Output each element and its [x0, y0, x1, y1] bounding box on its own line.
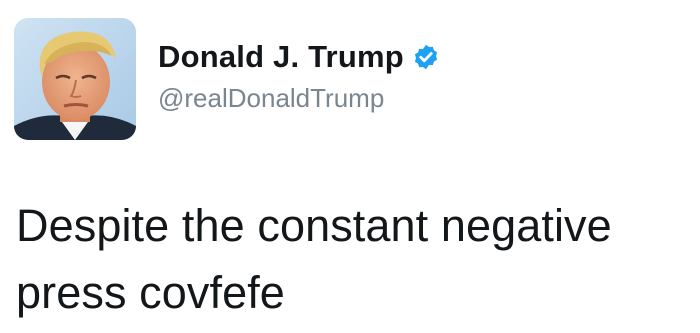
avatar[interactable] — [14, 18, 136, 140]
display-name[interactable]: Donald J. Trump — [158, 39, 404, 75]
user-handle[interactable]: @realDonaldTrump — [158, 83, 440, 114]
tweet-header: Donald J. Trump @realDonaldTrump — [14, 18, 440, 140]
name-row: Donald J. Trump — [158, 39, 440, 75]
author-identity: Donald J. Trump @realDonaldTrump — [158, 39, 440, 114]
tweet-text: Despite the constant negative press covf… — [16, 200, 612, 318]
tweet-card: Donald J. Trump @realDonaldTrump Despite… — [0, 0, 700, 333]
verified-badge-icon — [412, 43, 440, 71]
profile-photo — [14, 18, 136, 140]
